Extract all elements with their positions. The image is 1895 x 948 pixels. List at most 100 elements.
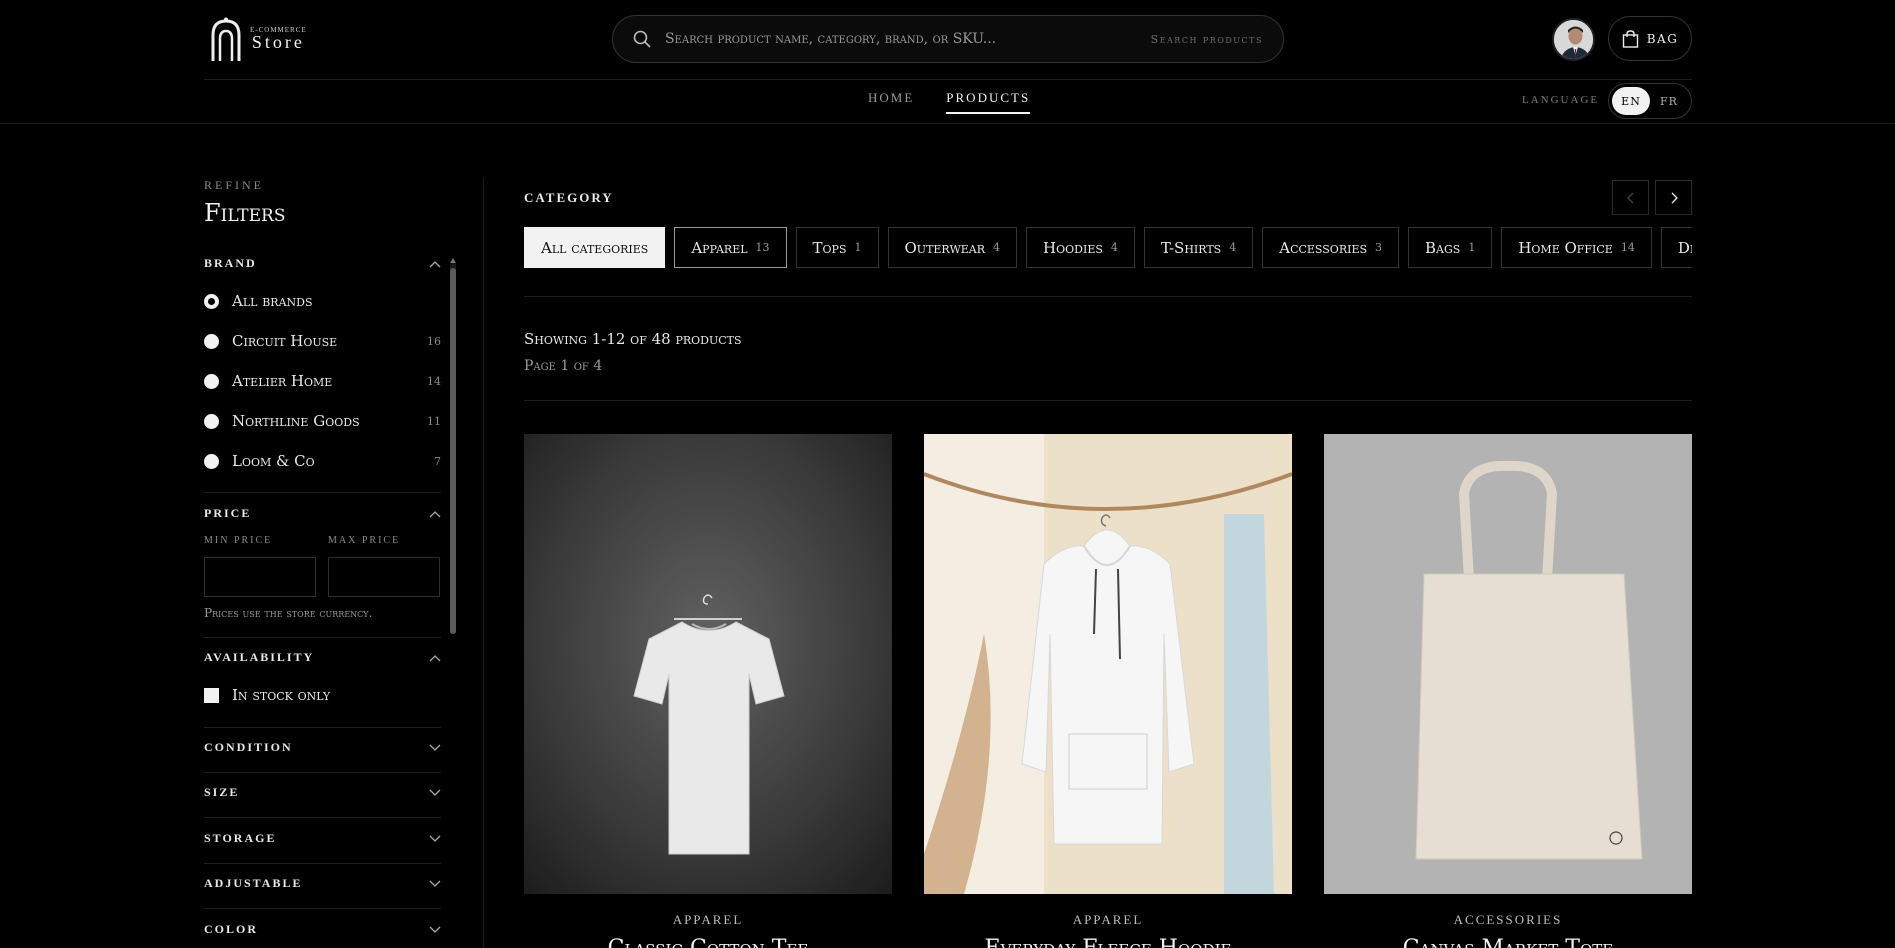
chip-count: 1 bbox=[854, 241, 862, 254]
size-section-toggle[interactable]: SIZE bbox=[204, 785, 441, 800]
category-chip-apparel[interactable]: Apparel 13 bbox=[674, 227, 787, 268]
chip-label: T-Shirts bbox=[1160, 238, 1222, 257]
min-price-input[interactable] bbox=[204, 557, 316, 597]
chip-count: 3 bbox=[1375, 241, 1383, 254]
storage-section-toggle[interactable]: STORAGE bbox=[204, 831, 441, 846]
storage-section-title: STORAGE bbox=[204, 831, 277, 845]
color-section-title: COLOR bbox=[204, 922, 259, 936]
category-chip-tops[interactable]: Tops 1 bbox=[795, 227, 879, 268]
chip-label: Accessories bbox=[1279, 238, 1368, 257]
category-chip-hoodies[interactable]: Hoodies 4 bbox=[1026, 227, 1135, 268]
section-divider bbox=[204, 863, 441, 864]
radio-button[interactable] bbox=[204, 333, 219, 349]
user-portrait-icon bbox=[1554, 20, 1593, 59]
search-icon bbox=[633, 30, 651, 48]
product-name[interactable]: Canvas Market Tote bbox=[1324, 936, 1692, 948]
category-chip-desk[interactable]: Desk bbox=[1660, 227, 1692, 268]
category-chip-home-office[interactable]: Home Office 14 bbox=[1501, 227, 1652, 268]
sidebar-scrollbar-thumb[interactable] bbox=[450, 268, 456, 634]
brand-option-northline-goods[interactable]: Northline Goods 11 bbox=[204, 409, 441, 433]
product-card[interactable]: ACCESSORIES Canvas Market Tote bbox=[1324, 434, 1692, 948]
section-divider bbox=[204, 772, 441, 773]
adjustable-section-title: ADJUSTABLE bbox=[204, 876, 303, 890]
hoodie-photo-icon bbox=[924, 434, 1292, 894]
category-chip-accessories[interactable]: Accessories 3 bbox=[1262, 227, 1400, 268]
category-chip-t-shirts[interactable]: T-Shirts 4 bbox=[1143, 227, 1254, 268]
chip-label: Hoodies bbox=[1043, 238, 1103, 257]
radio-button[interactable] bbox=[204, 453, 219, 469]
brand-option-label: Loom & Co bbox=[232, 452, 315, 470]
brand-option-label: Circuit House bbox=[232, 332, 338, 350]
chip-label: Bags bbox=[1425, 238, 1461, 257]
scroll-up-arrow-icon[interactable] bbox=[450, 258, 456, 263]
availability-section-toggle[interactable]: AVAILABILITY bbox=[204, 650, 441, 665]
logo-title: Store bbox=[251, 31, 305, 52]
site-header: E-Commerce Store Search product name, ca… bbox=[0, 0, 1895, 124]
product-card[interactable]: APPAREL Everyday Fleece Hoodie bbox=[924, 434, 1292, 948]
avatar[interactable] bbox=[1552, 18, 1595, 61]
section-divider bbox=[204, 817, 441, 818]
section-divider bbox=[524, 296, 1692, 297]
product-category: ACCESSORIES bbox=[1453, 912, 1563, 927]
t-shirt-photo-icon bbox=[524, 434, 892, 894]
language-option-fr[interactable]: FR bbox=[1650, 87, 1688, 115]
language-option-en[interactable]: EN bbox=[1612, 87, 1650, 115]
condition-section-title: CONDITION bbox=[204, 740, 293, 754]
in-stock-only-option[interactable]: In stock only bbox=[204, 683, 441, 707]
brand-section-title: BRAND bbox=[204, 256, 257, 270]
category-chip-all[interactable]: All categories bbox=[524, 227, 666, 268]
search-bar[interactable]: Search product name, category, brand, or… bbox=[612, 15, 1284, 63]
product-name[interactable]: Classic Cotton Tee bbox=[524, 936, 892, 948]
adjustable-section-toggle[interactable]: ADJUSTABLE bbox=[204, 876, 441, 891]
search-submit-hint[interactable]: Search products bbox=[1151, 33, 1263, 46]
chevron-down-icon bbox=[429, 789, 441, 796]
brand-option-label: All brands bbox=[232, 292, 313, 310]
brand-option-circuit-house[interactable]: Circuit House 16 bbox=[204, 329, 441, 353]
color-section-toggle[interactable]: COLOR bbox=[204, 922, 441, 937]
brand-section-toggle[interactable]: BRAND bbox=[204, 256, 441, 271]
brand-option-loom-co[interactable]: Loom & Co 7 bbox=[204, 449, 441, 473]
max-price-input[interactable] bbox=[328, 557, 440, 597]
product-image[interactable] bbox=[924, 434, 1292, 894]
section-divider bbox=[204, 492, 441, 493]
nav-home[interactable]: HOME bbox=[868, 90, 914, 114]
in-stock-checkbox[interactable] bbox=[204, 687, 219, 703]
price-section-toggle[interactable]: PRICE bbox=[204, 506, 441, 521]
radio-button[interactable] bbox=[204, 373, 219, 389]
in-stock-label: In stock only bbox=[232, 686, 331, 704]
header-divider bbox=[204, 79, 1692, 80]
category-chip-bags[interactable]: Bags 1 bbox=[1408, 227, 1493, 268]
radio-button[interactable] bbox=[204, 293, 219, 309]
category-prev-button[interactable] bbox=[1612, 180, 1649, 215]
product-name[interactable]: Everyday Fleece Hoodie bbox=[924, 936, 1292, 948]
chevron-up-icon bbox=[429, 654, 441, 661]
bag-label: BAG bbox=[1646, 31, 1679, 46]
product-category: APPAREL bbox=[1072, 912, 1144, 927]
brand-option-atelier-home[interactable]: Atelier Home 14 bbox=[204, 369, 441, 393]
brand-option-all[interactable]: All brands bbox=[204, 289, 441, 313]
chevron-down-icon bbox=[429, 744, 441, 751]
price-section-title: PRICE bbox=[204, 506, 252, 520]
brand-option-count: 16 bbox=[427, 334, 441, 348]
chip-count: 4 bbox=[1110, 241, 1118, 254]
product-image[interactable] bbox=[524, 434, 892, 894]
category-next-button[interactable] bbox=[1655, 180, 1692, 215]
brand-option-label: Northline Goods bbox=[232, 412, 360, 430]
nav-products[interactable]: PRODUCTS bbox=[946, 90, 1031, 114]
section-divider bbox=[204, 908, 441, 909]
category-chip-outerwear[interactable]: Outerwear 4 bbox=[887, 227, 1018, 268]
search-input[interactable]: Search product name, category, brand, or… bbox=[665, 31, 1151, 47]
store-logo[interactable]: E-Commerce Store bbox=[210, 16, 325, 62]
chevron-down-icon bbox=[429, 926, 441, 933]
radio-button[interactable] bbox=[204, 413, 219, 429]
category-title: CATEGORY bbox=[524, 190, 614, 205]
product-card[interactable]: APPAREL Classic Cotton Tee bbox=[524, 434, 892, 948]
chip-count: 14 bbox=[1620, 241, 1635, 254]
bag-button[interactable]: BAG bbox=[1608, 16, 1692, 61]
condition-section-toggle[interactable]: CONDITION bbox=[204, 740, 441, 755]
chip-label: Desk bbox=[1677, 238, 1692, 257]
filters-sidebar: REFINE Filters BRAND All brands Circuit … bbox=[204, 178, 441, 948]
product-image[interactable] bbox=[1324, 434, 1692, 894]
arch-logo-icon bbox=[211, 17, 241, 61]
page-indicator: Page 1 of 4 bbox=[524, 358, 603, 374]
